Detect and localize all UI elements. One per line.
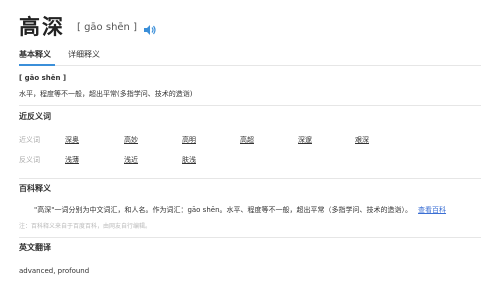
- english-translation: advanced, profound: [19, 267, 90, 275]
- definition-tabs: 基本释义 详细释义: [19, 48, 481, 66]
- entry-word: 高深: [19, 15, 65, 39]
- basic-definition: 水平，程度等不一般，超出平常(多指学问、技术的造诣): [19, 90, 193, 98]
- baike-title: 百科释义: [19, 184, 51, 193]
- baike-note: 注：百科释义来自于百度百科，由网友自行编辑。: [19, 223, 152, 230]
- synonym-link[interactable]: 高妙: [124, 135, 138, 145]
- synonym-link[interactable]: 深邃: [298, 135, 312, 145]
- speaker-icon[interactable]: [143, 21, 157, 35]
- antonym-link[interactable]: 浅薄: [65, 155, 79, 165]
- antonym-label: 反义词: [19, 156, 40, 164]
- tab-detailed[interactable]: 详细释义: [68, 48, 110, 64]
- synonym-link[interactable]: 艰深: [355, 135, 369, 145]
- divider: [19, 105, 481, 106]
- dictionary-page: 高深 [ gāo shēn ] 基本释义 详细释义 [ gāo shēn ] 水…: [0, 0, 500, 296]
- english-title: 英文翻译: [19, 243, 51, 252]
- antonym-link[interactable]: 浅近: [124, 155, 138, 165]
- baike-text: "高深"一词分别为中文词汇，和人名。作为词汇：gāo shēn。水平、程度等不一…: [34, 206, 413, 214]
- synonym-label: 近义词: [19, 136, 40, 144]
- synonym-link[interactable]: 高明: [182, 135, 196, 145]
- synonym-link[interactable]: 深奥: [65, 135, 79, 145]
- entry-header: 高深 [ gāo shēn ]: [19, 10, 157, 42]
- divider: [19, 237, 481, 238]
- entry-pinyin: [ gāo shēn ]: [77, 21, 137, 33]
- basic-pinyin: [ gāo shēn ]: [19, 74, 67, 82]
- synonym-link[interactable]: 高超: [240, 135, 254, 145]
- antonym-link[interactable]: 肤浅: [182, 155, 196, 165]
- tab-basic[interactable]: 基本释义: [19, 48, 55, 66]
- divider: [19, 178, 481, 179]
- baike-paragraph: "高深"一词分别为中文词汇，和人名。作为词汇：gāo shēn。水平、程度等不一…: [34, 205, 446, 215]
- view-baike-link[interactable]: 查看百科: [418, 206, 446, 214]
- related-title: 近反义词: [19, 112, 51, 121]
